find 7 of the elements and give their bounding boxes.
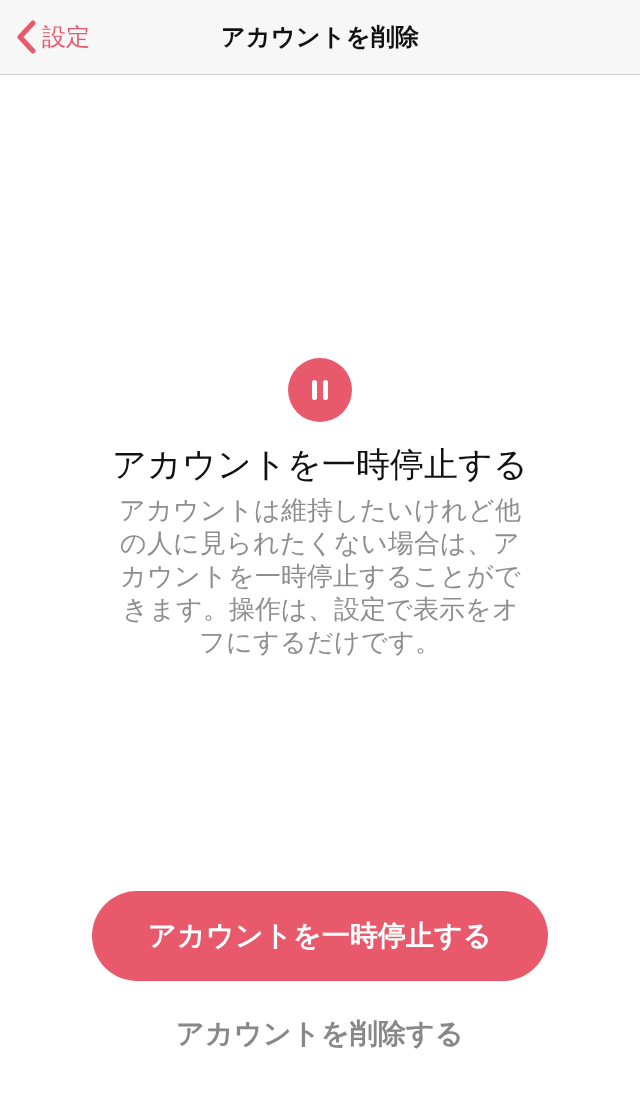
section-heading: アカウントを一時停止する: [112, 443, 528, 486]
back-button[interactable]: 設定: [0, 20, 90, 54]
screen-title: アカウントを削除: [221, 22, 419, 53]
chevron-left-icon: [16, 20, 36, 54]
delete-account-link[interactable]: アカウントを削除する: [176, 1015, 464, 1053]
description-text: アカウントは維持したいけれど他の人に見られたくない場合は、アカウントを一時停止することができます。操作は、設定で表示をオフにするだけです。: [118, 494, 522, 659]
pause-account-button[interactable]: アカウントを一時停止する: [92, 891, 548, 981]
